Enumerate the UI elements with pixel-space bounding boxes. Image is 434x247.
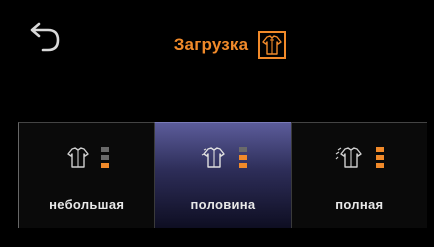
option-label: небольшая bbox=[49, 197, 125, 212]
page-title: Загрузка bbox=[173, 35, 249, 54]
option-label: половина bbox=[190, 197, 256, 212]
load-level-indicator bbox=[376, 146, 385, 168]
option-label: полная bbox=[335, 197, 384, 212]
option-full-load[interactable]: полная bbox=[290, 122, 427, 228]
option-small-load[interactable]: небольшая bbox=[18, 122, 155, 228]
laundry-shirt-icon bbox=[258, 31, 287, 59]
shirt-icon bbox=[66, 147, 89, 168]
load-level-indicator bbox=[100, 146, 109, 168]
load-options: небольшая половина полная bbox=[18, 122, 427, 228]
option-half-load[interactable]: половина bbox=[154, 122, 291, 228]
header: Загрузка bbox=[0, 28, 434, 62]
shirt-stack-icon bbox=[335, 147, 363, 168]
shirt-stack-icon bbox=[201, 147, 225, 168]
load-level-indicator bbox=[238, 146, 247, 168]
